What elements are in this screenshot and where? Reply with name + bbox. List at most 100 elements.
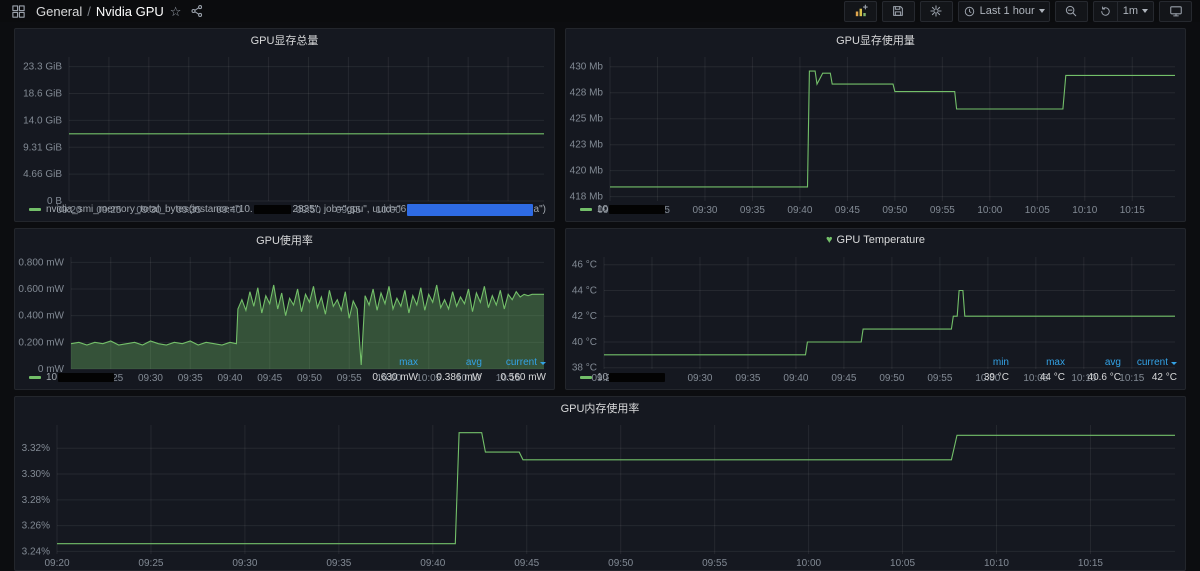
- legend-series-name[interactable]: 10: [29, 372, 115, 383]
- svg-text:3.32%: 3.32%: [22, 443, 50, 454]
- svg-text:423 Mb: 423 Mb: [570, 140, 604, 151]
- svg-text:40 °C: 40 °C: [572, 337, 597, 348]
- panel-gpu-memory-utilization: GPU内存使用率 09:20 09:25 09:30 09:35 09:40 09:45 0…: [14, 396, 1186, 571]
- selected-redacted-text: [407, 203, 533, 216]
- legend-series-name[interactable]: 10: [580, 372, 666, 383]
- panel-gpu-utilization: GPU使用率 09:2009:2509:3009:3509:4009:4509:…: [14, 228, 555, 390]
- gpu-utilization-chart[interactable]: 09:2009:2509:3009:3509:4009:4509:5009:55…: [15, 251, 554, 384]
- svg-text:0.200 mW: 0.200 mW: [18, 337, 64, 348]
- svg-text:10:10: 10:10: [984, 558, 1009, 569]
- legend-stat-header-max[interactable]: max: [1009, 357, 1065, 368]
- breadcrumb-folder[interactable]: General: [36, 4, 82, 19]
- sort-caret-icon: [1171, 362, 1177, 365]
- svg-text:10:05: 10:05: [890, 558, 915, 569]
- refresh-interval-picker[interactable]: 1m: [1118, 2, 1153, 21]
- gpu-memory-utilization-chart[interactable]: 09:20 09:25 09:30 09:35 09:40 09:45 09:50 09:55…: [15, 419, 1185, 570]
- svg-text:14.0 GiB: 14.0 GiB: [23, 115, 62, 126]
- refresh-interval-label: 1m: [1122, 5, 1138, 17]
- svg-text:09:50: 09:50: [608, 558, 633, 569]
- svg-text:42 °C: 42 °C: [572, 311, 597, 322]
- legend-stat-value-max: 44 °C: [1039, 372, 1065, 383]
- breadcrumb-separator: /: [87, 3, 91, 19]
- add-panel-button[interactable]: [843, 0, 877, 22]
- zoom-out-time-button[interactable]: [1054, 0, 1088, 22]
- dashboards-grid-icon[interactable]: [8, 2, 28, 20]
- svg-text:430 Mb: 430 Mb: [570, 62, 604, 73]
- svg-text:09:40: 09:40: [420, 558, 445, 569]
- svg-text:44 °C: 44 °C: [572, 285, 597, 296]
- svg-text:4.66 GiB: 4.66 GiB: [23, 169, 62, 180]
- series-color-dash-icon: [29, 376, 41, 379]
- panel-title[interactable]: GPU使用率: [15, 229, 554, 251]
- legend-stat-value-min: 39 °C: [983, 372, 1009, 383]
- svg-text:428 Mb: 428 Mb: [570, 88, 604, 99]
- svg-text:09:20: 09:20: [44, 558, 69, 569]
- top-navbar: General / Nvidia GPU ☆ Last 1 hour 1m: [0, 0, 1200, 22]
- svg-text:3.30%: 3.30%: [22, 469, 50, 480]
- legend-series-name[interactable]: nvidia_smi_memory_total_bytes(instance="…: [29, 203, 546, 216]
- panel-title[interactable]: GPU显存总量: [15, 29, 554, 51]
- legend-series-name[interactable]: 10: [580, 204, 666, 215]
- save-dashboard-button[interactable]: [881, 0, 915, 22]
- svg-text:3.24%: 3.24%: [22, 546, 50, 557]
- panel-gpu-memory-used: GPU显存使用量 09:2009:2509:3009:3509:4009:450…: [565, 28, 1186, 222]
- legend-stat-header-min[interactable]: min: [953, 357, 1009, 368]
- panel-gpu-temperature: ♥ GPU Temperature 09:2009:2509:3009:3509…: [565, 228, 1186, 390]
- redacted-text: [58, 373, 115, 382]
- refresh-group: 1m: [1092, 0, 1154, 22]
- gpu-memory-total-chart[interactable]: 09:2009:2509:3009:3509:4009:4509:5009:55…: [15, 51, 554, 216]
- health-heart-icon: ♥: [826, 233, 833, 246]
- legend[interactable]: nvidia_smi_memory_total_bytes(instance="…: [15, 202, 554, 221]
- svg-text:09:35: 09:35: [326, 558, 351, 569]
- svg-text:10:15: 10:15: [1078, 558, 1103, 569]
- chevron-down-icon: [1038, 9, 1045, 13]
- panel-gpu-memory-total: GPU显存总量 09:2009:2509:3009:3509:4009:4509…: [14, 28, 555, 222]
- legend-stat-header-current[interactable]: current: [482, 357, 546, 368]
- panel-title[interactable]: GPU内存使用率: [15, 397, 1185, 419]
- gpu-memory-used-chart[interactable]: 09:2009:2509:3009:3509:4009:4509:5009:55…: [566, 51, 1185, 216]
- breadcrumb-dashboard-title[interactable]: Nvidia GPU: [96, 4, 164, 19]
- dashboard-row-2: GPU使用率 09:2009:2509:3009:3509:4009:4509:…: [14, 228, 1186, 390]
- svg-text:0.400 mW: 0.400 mW: [18, 311, 64, 322]
- svg-text:10:00: 10:00: [796, 558, 821, 569]
- svg-text:9.31 GiB: 9.31 GiB: [23, 142, 62, 153]
- legend-stat-value-avg: 40.6 °C: [1087, 372, 1121, 383]
- panel-title[interactable]: GPU显存使用量: [566, 29, 1185, 51]
- legend-stat-header-avg[interactable]: avg: [418, 357, 482, 368]
- svg-text:46 °C: 46 °C: [572, 260, 597, 271]
- svg-text:09:25: 09:25: [138, 558, 163, 569]
- legend[interactable]: 10: [566, 202, 1185, 221]
- redacted-text: [609, 373, 666, 382]
- svg-text:09:55: 09:55: [702, 558, 727, 569]
- chevron-down-icon: [1142, 9, 1148, 13]
- legend-stat-value-max: 0.630 mW: [372, 372, 418, 383]
- svg-text:0.600 mW: 0.600 mW: [18, 284, 64, 295]
- legend-stat-header-current[interactable]: current: [1121, 357, 1177, 368]
- panel-title[interactable]: ♥ GPU Temperature: [566, 229, 1185, 251]
- time-range-picker[interactable]: Last 1 hour: [957, 0, 1050, 22]
- kiosk-tv-mode-button[interactable]: [1159, 0, 1192, 22]
- dashboard-row-1: GPU显存总量 09:2009:2509:3009:3509:4009:4509…: [14, 28, 1186, 222]
- svg-text:09:45: 09:45: [514, 558, 539, 569]
- dashboard-settings-button[interactable]: [919, 0, 953, 22]
- legend-stat-header-avg[interactable]: avg: [1065, 357, 1121, 368]
- dashboard-row-3: GPU内存使用率 09:20 09:25 09:30 09:35 09:40 09:45 0…: [14, 396, 1186, 571]
- legend-stat-value-current: 42 °C: [1151, 372, 1177, 383]
- legend[interactable]: max avg current 10 0.630 mW 0.386 mW 0.560 mW: [15, 355, 554, 389]
- svg-text:3.28%: 3.28%: [22, 495, 50, 506]
- svg-text:0.800 mW: 0.800 mW: [18, 257, 64, 268]
- redacted-text: [609, 205, 666, 214]
- breadcrumb: General / Nvidia GPU: [36, 4, 164, 19]
- series-color-dash-icon: [29, 208, 41, 211]
- refresh-button[interactable]: [1094, 2, 1117, 21]
- share-icon[interactable]: [187, 2, 207, 20]
- legend[interactable]: min max avg current 10 39 °C 44 °C 40.6 °C 42 °C: [566, 355, 1185, 389]
- legend-stat-header-max[interactable]: max: [354, 357, 418, 368]
- favorite-star-icon[interactable]: ☆: [170, 5, 182, 18]
- svg-text:18.6 GiB: 18.6 GiB: [23, 89, 62, 100]
- gpu-temperature-chart[interactable]: 09:2009:2509:3009:3509:4009:4509:5009:55…: [566, 251, 1185, 384]
- time-range-label: Last 1 hour: [979, 5, 1035, 17]
- legend-stat-value-avg: 0.386 mW: [436, 372, 482, 383]
- legend-stat-value-current: 0.560 mW: [500, 372, 546, 383]
- series-color-dash-icon: [580, 208, 592, 211]
